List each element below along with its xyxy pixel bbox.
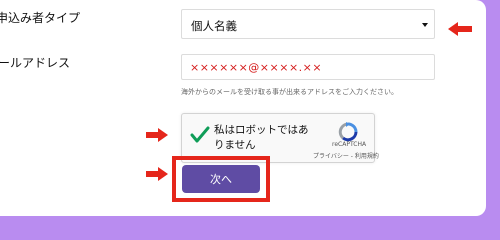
arrow-icon (146, 167, 168, 181)
chevron-down-icon (422, 23, 428, 27)
recaptcha-label: 私はロボットではありません (214, 124, 309, 151)
recaptcha-links[interactable]: プライバシー - 利用規約 (313, 151, 379, 160)
checkmark-icon[interactable] (190, 126, 210, 148)
arrow-icon (146, 128, 168, 142)
email-note: 海外からのメールを受け取る事が出来るアドレスをご入力ください。 (181, 88, 398, 96)
applicant-type-select[interactable]: 個人名義 (181, 9, 435, 39)
applicant-type-value: 個人名義 (191, 19, 237, 33)
next-button[interactable]: 次へ (182, 165, 260, 193)
email-field[interactable]: ××××××@××××.×× (181, 54, 435, 80)
email-value: ××××××@××××.×× (190, 61, 323, 74)
email-label: ールアドレス (0, 56, 71, 70)
applicant-type-label: 申込み者タイプ (0, 11, 81, 25)
arrow-icon (448, 22, 472, 36)
form-panel: 申込み者タイプ 個人名義 ールアドレス ××××××@××××.×× 海外からの… (0, 0, 486, 216)
recaptcha-brand: reCAPTCHA (332, 141, 367, 148)
next-button-highlight: 次へ (172, 156, 270, 202)
